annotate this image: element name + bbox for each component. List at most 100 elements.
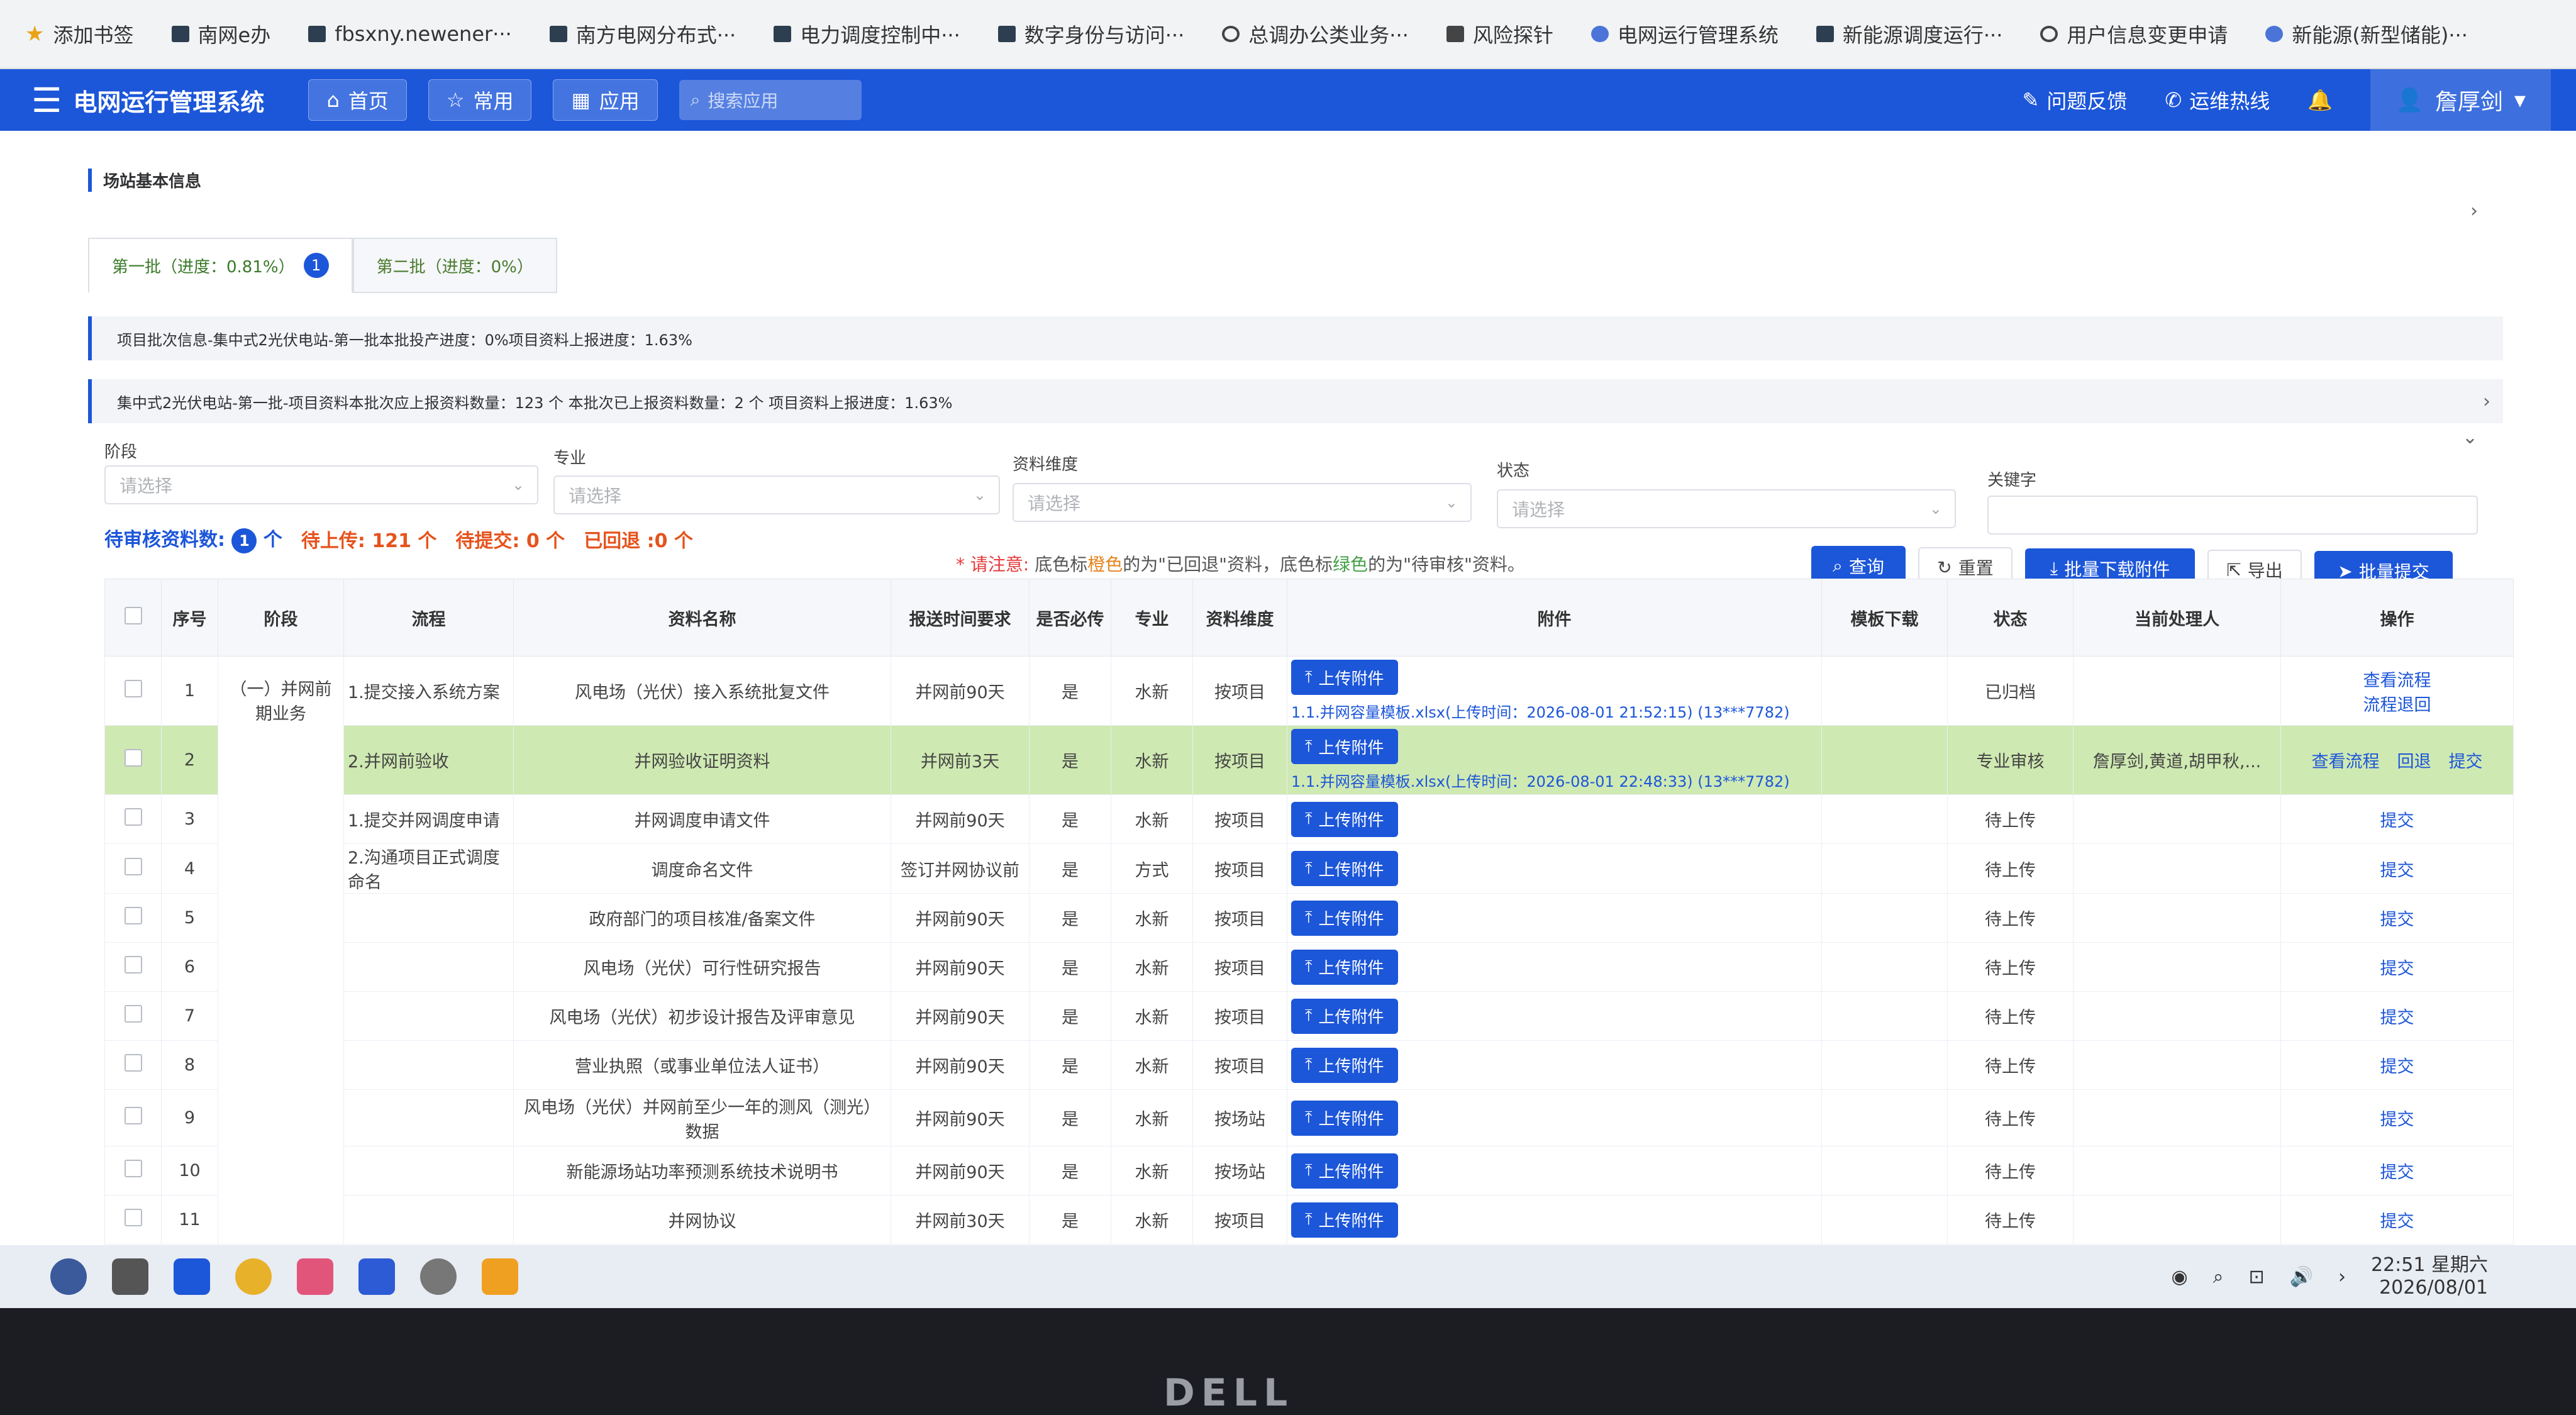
upload-attachment-button[interactable]: ⤒ 上传附件 [1291,998,1398,1034]
security-icon[interactable]: ◉ [2172,1266,2188,1288]
app-home-icon[interactable] [174,1258,210,1295]
table-row[interactable]: 4 2.沟通项目正式调度命名 调度命名文件 签订并网协议前是方式 按项目 ⤒ 上传附件 待上传… [104,843,2514,894]
upload-attachment-button[interactable]: ⤒ 上传附件 [1291,729,1398,764]
upload-attachment-button[interactable]: ⤒ 上传附件 [1291,949,1398,985]
hotline-link[interactable]: ✆ 运维热线 [2165,86,2270,114]
task-view-icon[interactable] [112,1258,148,1295]
op-link[interactable]: 提交 [2380,1110,2414,1129]
tab-batch-1[interactable]: 第一批（进度：0.81%） 1 [88,238,353,293]
row-checkbox[interactable] [104,1089,162,1146]
dimension-select[interactable]: 请选择 ⌄ [1013,483,1472,522]
table-row[interactable]: 5 政府部门的项目核准/备案文件 并网前90天是水新 按项目 ⤒ 上传附件 待上传 提交 [104,893,2514,943]
op-link[interactable]: 提交 [2380,811,2414,831]
table-row[interactable]: 1 （一）并网前期业务 1.提交接入系统方案 风电场（光伏）接入系统批复文件 并网前90… [104,656,2514,1245]
row-checkbox[interactable] [104,1040,162,1090]
to-upload-count[interactable]: 待上传: 121 个 [301,525,437,553]
upload-attachment-button[interactable]: ⤒ 上传附件 [1291,851,1398,886]
table-row[interactable]: 6 风电场（光伏）可行性研究报告 并网前90天是水新 按项目 ⤒ 上传附件 待上传 提交 [104,942,2514,992]
volume-icon[interactable]: 🔊 [2290,1266,2313,1288]
home-button[interactable]: ⌂ 首页 [308,79,407,121]
feedback-link[interactable]: ✎ 问题反馈 [2023,86,2128,114]
notes-icon[interactable] [482,1258,518,1295]
op-link[interactable]: 查看流程 [2363,671,2431,691]
clock[interactable]: 22:51 星期六 2026/08/01 [2371,1254,2488,1299]
row-checkbox[interactable] [104,843,162,894]
attachment-file-link[interactable]: 1.1.并网容量模板.xlsx(上传时间：2026-08-01 21:52:15… [1291,700,1818,722]
app-search-input[interactable]: ⌕ 搜索应用 [679,80,862,120]
upload-attachment-button[interactable]: ⤒ 上传附件 [1291,1100,1398,1136]
table-row[interactable]: 3 1.提交并网调度申请 并网调度申请文件 并网前90天是水新 按项目 ⤒ 上传附件 待上传 提… [104,794,2514,844]
op-link[interactable]: 流程退回 [2363,696,2431,715]
bookmark-item[interactable]: 新能源调度运行··· [1816,19,2002,48]
row-checkbox[interactable] [104,1195,162,1245]
apps-button[interactable]: ▦ 应用 [553,79,658,121]
bookmark-item[interactable]: 电网运行管理系统 [1591,19,1779,48]
search-icon[interactable]: ⌕ [2213,1266,2224,1288]
start-icon[interactable] [50,1258,87,1295]
bookmark-item[interactable]: 电力调度控制中··· [774,19,960,48]
row-checkbox[interactable] [104,794,162,844]
chevron-right-icon[interactable]: › [2470,200,2478,222]
teams-icon[interactable] [297,1258,333,1295]
bookmark-item[interactable]: 南方电网分布式··· [549,19,736,48]
op-link[interactable]: 回退 [2397,752,2431,772]
chevron-right-icon[interactable]: › [2483,391,2490,413]
browser-icon[interactable] [235,1258,272,1295]
select-all-checkbox[interactable] [104,579,162,657]
op-link[interactable]: 提交 [2380,910,2414,929]
row-checkbox[interactable] [104,942,162,992]
major-select[interactable]: 请选择 ⌄ [553,475,1000,514]
row-checkbox[interactable] [104,893,162,943]
op-link[interactable]: 提交 [2380,1057,2414,1077]
upload-attachment-button[interactable]: ⤒ 上传附件 [1291,801,1398,837]
upload-attachment-button[interactable]: ⤒ 上传附件 [1291,900,1398,936]
row-checkbox[interactable] [104,725,162,795]
bookmark-item[interactable]: 新能源(新型储能)··· [2265,19,2468,48]
wps-icon[interactable] [358,1258,395,1295]
row-checkbox[interactable] [104,656,162,726]
tab-batch-2[interactable]: 第二批（进度：0%） [352,238,557,293]
chevron-right-icon[interactable]: › [2338,1266,2346,1288]
keyword-input[interactable] [1987,496,2478,535]
bookmark-item[interactable]: ★ 添加书签 [25,19,134,48]
row-checkbox[interactable] [104,991,162,1041]
upload-icon: ⤒ [1305,957,1313,976]
common-button[interactable]: ☆ 常用 [428,79,532,121]
settings-icon[interactable] [420,1258,457,1295]
stage-select[interactable]: 请选择 ⌄ [104,465,538,504]
returned-count[interactable]: 已回退 :0 个 [584,525,693,553]
op-link[interactable]: 提交 [2380,861,2414,880]
attachment-file-link[interactable]: 1.1.并网容量模板.xlsx(上传时间：2026-08-01 22:48:33… [1291,769,1818,791]
upload-attachment-button[interactable]: ⤒ 上传附件 [1291,660,1398,695]
upload-attachment-button[interactable]: ⤒ 上传附件 [1291,1202,1398,1238]
upload-attachment-button[interactable]: ⤒ 上传附件 [1291,1047,1398,1083]
bookmark-item[interactable]: 南网e办 [171,19,270,48]
menu-logo-icon[interactable]: ☰ [31,80,62,120]
bookmark-item[interactable]: 风险探针 [1446,19,1553,48]
op-link[interactable]: 提交 [2380,959,2414,979]
chevron-down-icon[interactable]: ⌄ [2462,426,2478,448]
bookmark-item[interactable]: 数字身份与访问··· [997,19,1184,48]
table-row[interactable]: 8 营业执照（或事业单位法人证书） 并网前90天是水新 按项目 ⤒ 上传附件 待上传 提交 [104,1040,2514,1090]
op-link[interactable]: 提交 [2380,1212,2414,1231]
table-row[interactable]: 2 2.并网前验收 并网验收证明资料 并网前3天是水新 按项目 ⤒ 上传附件 1.1.并网容量… [104,725,2514,795]
op-link[interactable]: 提交 [2449,752,2483,772]
table-row[interactable]: 7 风电场（光伏）初步设计报告及评审意见 并网前90天是水新 按项目 ⤒ 上传附件 待上传 提… [104,991,2514,1041]
op-link[interactable]: 查看流程 [2312,752,2380,772]
network-icon[interactable]: ⊡ [2249,1266,2265,1288]
status-select[interactable]: 请选择 ⌄ [1497,489,1956,528]
table-row[interactable]: 10 新能源场站功率预测系统技术说明书 并网前90天是水新 按场站 ⤒ 上传附件 待上传 提交 [104,1146,2514,1196]
table-row[interactable]: 9 风电场（光伏）并网前至少一年的测风（测光）数据 并网前90天是水新 按场站 ⤒ 上传附… [104,1089,2514,1146]
upload-attachment-button[interactable]: ⤒ 上传附件 [1291,1153,1398,1189]
bookmark-item[interactable]: fbsxny.newener··· [308,22,512,46]
to-submit-count[interactable]: 待提交: 0 个 [455,525,565,553]
op-link[interactable]: 提交 [2380,1163,2414,1182]
notification-bell[interactable]: 🔔 [2307,88,2333,112]
bookmark-item[interactable]: 总调办公类业务··· [1222,19,1409,48]
op-link[interactable]: 提交 [2380,1008,2414,1028]
bookmark-item[interactable]: 用户信息变更申请 [2040,19,2228,48]
user-menu[interactable]: 👤 詹厚剑 ▾ [2370,69,2551,131]
row-checkbox[interactable] [104,1146,162,1196]
table-row[interactable]: 11 并网协议 并网前30天是水新 按项目 ⤒ 上传附件 待上传 提交 [104,1195,2514,1245]
pending-review-count[interactable]: 待审核资料数: 1 个 [104,524,282,553]
